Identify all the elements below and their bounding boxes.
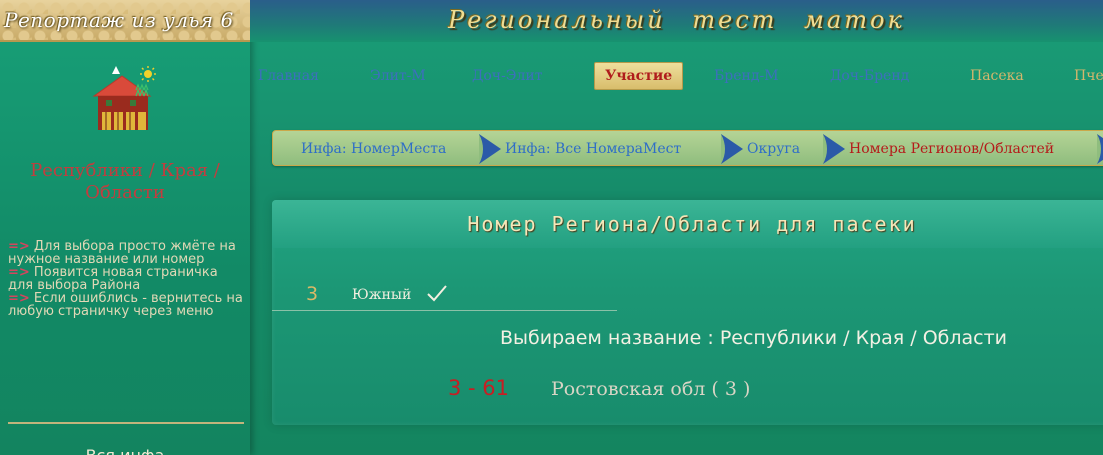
sidebar-divider (8, 422, 244, 424)
district-underline (272, 310, 617, 311)
nav-item-apiary[interactable]: Пасека (970, 62, 1024, 90)
apiary-house-icon (92, 66, 156, 130)
nav-item-elite-m[interactable]: Элит-М (370, 62, 426, 90)
hint-item: => Для выбора просто жмёте на нужное наз… (8, 240, 246, 266)
honeycomb-banner[interactable]: Репортаж из улья 6 (0, 0, 250, 42)
site-title: Региональный тест маток (448, 6, 905, 34)
top-header: Региональный тест маток (250, 0, 1103, 42)
breadcrumb-item-all-place-numbers[interactable]: Инфа: Все НомераМест (505, 131, 681, 167)
breadcrumb: Инфа: НомерМеста Инфа: Все НомераМест Ок… (272, 130, 1103, 166)
hint-text: Если ошиблись - вернитесь на любую стран… (8, 291, 243, 319)
breadcrumb-chevron-icon (823, 134, 845, 164)
check-icon (427, 285, 447, 302)
breadcrumb-item-districts[interactable]: Округа (747, 131, 800, 167)
selected-district[interactable]: 3 Южный (306, 283, 616, 307)
hints-list: => Для выбора просто жмёте на нужное наз… (8, 240, 246, 318)
sidebar-footer-link[interactable]: Вся инфа (0, 446, 250, 455)
banner-title[interactable]: Репортаж из улья 6 (4, 8, 234, 32)
breadcrumb-item-place-number[interactable]: Инфа: НомерМеста (301, 131, 446, 167)
choose-region-label: Выбираем название : Республики / Края / … (500, 327, 1008, 349)
region-name-link[interactable]: Ростовская обл ( 3 ) (551, 378, 750, 400)
nav-item-daughter-brand[interactable]: Доч-Бренд (830, 62, 909, 90)
sidebar: Репортаж из улья 6 Республики / Края / О… (0, 0, 250, 455)
panel-header: Номер Региона/Области для пасеки (272, 200, 1103, 248)
breadcrumb-chevron-icon (479, 134, 501, 164)
breadcrumb-chevron-icon (721, 134, 743, 164)
hint-text: Для выбора просто жмёте на нужное назван… (8, 239, 236, 267)
district-number: 3 (306, 283, 319, 305)
district-name: Южный (352, 287, 412, 303)
region-code-link[interactable]: 3 - 61 (448, 376, 509, 400)
nav-item-brand-m[interactable]: Бренд-М (714, 62, 779, 90)
nav-item-home[interactable]: Главная (258, 62, 319, 90)
hint-item: => Если ошиблись - вернитесь на любую ст… (8, 292, 246, 318)
nav-item-participation[interactable]: Участие (594, 62, 684, 90)
sidebar-title: Республики / Края / Области (30, 160, 220, 203)
panel-title: Номер Региона/Области для пасеки (467, 212, 917, 236)
region-panel: Номер Региона/Области для пасеки 3 Южный… (272, 200, 1103, 425)
nav-item-daughter-elite[interactable]: Доч-Элит (472, 62, 542, 90)
nav-item-bees[interactable]: Пче (1074, 62, 1103, 90)
hint-text: Появится новая страничка для выбора Райо… (8, 265, 218, 293)
breadcrumb-item-region-numbers[interactable]: Номера Регионов/Областей (849, 131, 1054, 167)
hint-item: => Появится новая страничка для выбора Р… (8, 266, 246, 292)
breadcrumb-chevron-icon (1097, 134, 1103, 164)
